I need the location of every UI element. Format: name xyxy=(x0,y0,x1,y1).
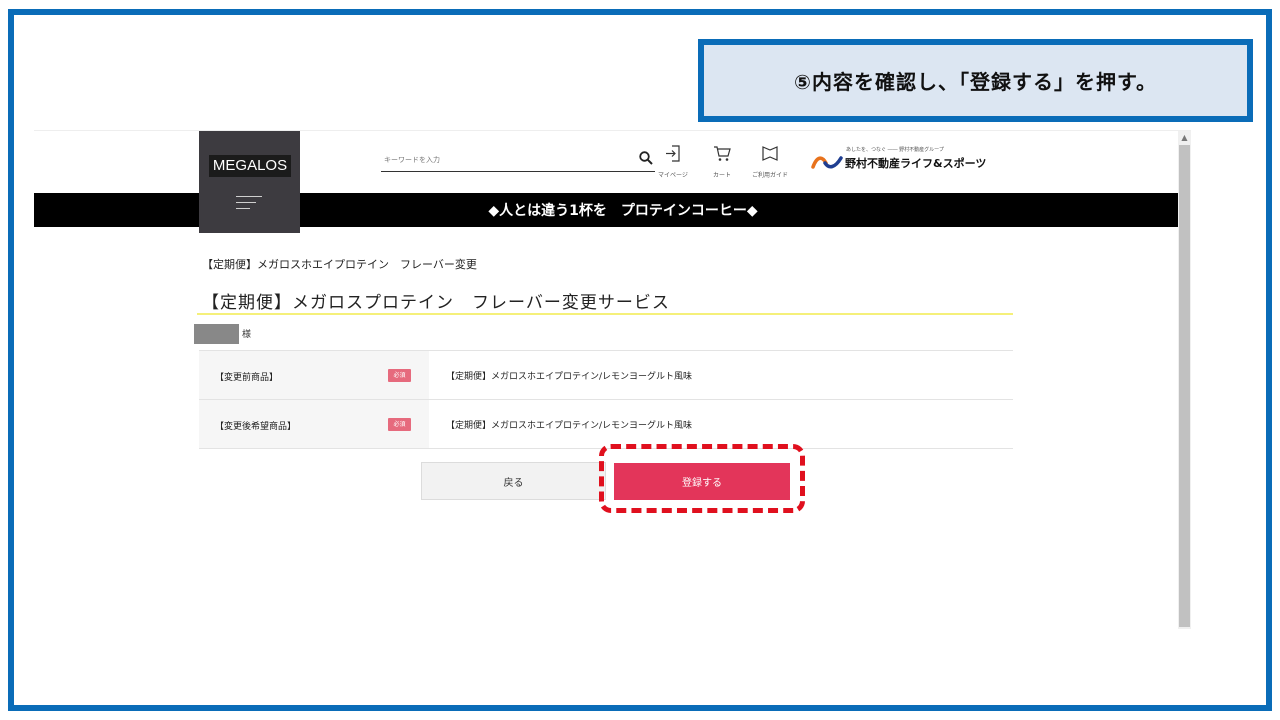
nomura-logo-mark xyxy=(811,154,843,174)
table-row: 【変更前商品】 必須 【定期便】メガロスホエイプロテイン/レモンヨーグルト風味 xyxy=(199,351,1013,400)
scroll-up-arrow-icon[interactable]: ▲ xyxy=(1178,131,1191,144)
promo-banner-text: ◆人とは違う1杯を プロテインコーヒー◆ xyxy=(488,203,758,219)
hamburger-menu-icon[interactable] xyxy=(236,196,262,214)
redacted-name-block xyxy=(194,323,239,344)
mypage-link[interactable]: マイページ xyxy=(658,145,688,179)
cart-label: カート xyxy=(713,172,732,179)
search-icon[interactable] xyxy=(639,151,653,169)
brand-name: 野村不動産ライフ&スポーツ xyxy=(845,157,987,170)
user-name: 様 xyxy=(194,323,251,344)
browser-screenshot: MEGALOS マイページ カート ご利用ガイド あしたを、つなぐ ―― 野村不… xyxy=(34,130,1191,629)
page-title: 【定期便】メガロスプロテイン フレーバー変更サービス xyxy=(202,293,670,313)
row-label-cell: 【変更後希望商品】 必須 xyxy=(199,400,429,448)
guide-label: ご利用ガイド xyxy=(752,172,789,179)
back-button[interactable]: 戻る xyxy=(421,462,606,500)
row-label: 【変更前商品】 xyxy=(215,373,279,383)
honorific-label: 様 xyxy=(242,330,252,340)
cart-icon xyxy=(713,145,731,166)
search-bar[interactable] xyxy=(381,147,655,172)
search-input[interactable] xyxy=(381,150,614,164)
instruction-text: ⑤内容を確認し、「登録する」を押す。 xyxy=(794,70,1157,94)
vertical-scrollbar[interactable]: ▲ xyxy=(1178,131,1191,629)
megalos-logo[interactable]: MEGALOS xyxy=(209,155,291,177)
row-value: 【定期便】メガロスホエイプロテイン/レモンヨーグルト風味 xyxy=(446,372,693,382)
login-icon xyxy=(658,145,688,166)
scrollbar-thumb[interactable] xyxy=(1179,145,1190,627)
guide-link[interactable]: ご利用ガイド xyxy=(752,145,788,179)
row-label: 【変更後希望商品】 xyxy=(215,422,297,432)
table-row: 【変更後希望商品】 必須 【定期便】メガロスホエイプロテイン/レモンヨーグルト風… xyxy=(199,400,1013,449)
logo-menu-box[interactable]: MEGALOS xyxy=(199,131,300,233)
back-button-label: 戻る xyxy=(503,477,524,489)
nomura-brand[interactable]: あしたを、つなぐ ―― 野村不動産グループ 野村不動産ライフ&スポーツ xyxy=(811,146,986,176)
register-highlight-box xyxy=(599,444,805,513)
mypage-label: マイページ xyxy=(658,172,688,179)
required-badge: 必須 xyxy=(388,418,411,431)
instruction-callout: ⑤内容を確認し、「登録する」を押す。 xyxy=(698,39,1253,122)
title-underline xyxy=(197,313,1013,315)
row-value: 【定期便】メガロスホエイプロテイン/レモンヨーグルト風味 xyxy=(446,421,693,431)
breadcrumb: 【定期便】メガロスホエイプロテイン フレーバー変更 xyxy=(202,258,477,271)
confirm-table: 【変更前商品】 必須 【定期便】メガロスホエイプロテイン/レモンヨーグルト風味 … xyxy=(199,350,1013,449)
brand-tagline: あしたを、つなぐ ―― 野村不動産グループ xyxy=(846,147,944,153)
required-badge: 必須 xyxy=(388,369,411,382)
cart-link[interactable]: カート xyxy=(713,145,731,179)
row-label-cell: 【変更前商品】 必須 xyxy=(199,351,429,399)
guide-icon xyxy=(752,145,788,166)
